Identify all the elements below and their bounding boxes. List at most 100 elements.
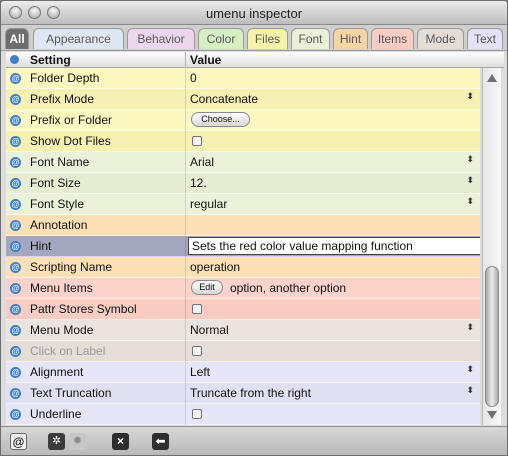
row-attribute-icon[interactable]: @ — [10, 94, 21, 105]
setting-checkbox[interactable] — [192, 409, 202, 419]
setting-label: Alignment — [30, 365, 84, 379]
column-divider — [185, 89, 186, 110]
table-row[interactable]: @ Annotation — [6, 215, 480, 236]
close-icon[interactable]: × — [112, 433, 129, 450]
edit-items-button[interactable]: Edit — [191, 280, 223, 295]
row-attribute-icon[interactable]: @ — [10, 136, 21, 147]
row-attribute-icon[interactable]: @ — [10, 199, 21, 210]
row-attribute-icon[interactable]: @ — [10, 241, 21, 252]
column-divider — [185, 299, 186, 320]
setting-label: Font Name — [30, 155, 90, 169]
setting-value: operation — [190, 260, 241, 274]
scroll-up-arrow-icon[interactable] — [487, 74, 497, 82]
popup-arrows-icon[interactable]: ⬍ — [466, 176, 474, 185]
hint-text-field[interactable]: Sets the red color value mapping functio… — [188, 237, 480, 255]
setting-popup-value[interactable]: Normal — [190, 323, 229, 337]
setting-column-header[interactable]: Setting — [30, 53, 71, 67]
snowflake-icon[interactable]: ✲ — [48, 433, 65, 450]
table-row[interactable]: @ Underline — [6, 404, 480, 425]
setting-popup-value[interactable]: regular — [190, 197, 227, 211]
table-row[interactable]: @ Menu Mode Normal ⬍ — [6, 320, 480, 341]
popup-arrows-icon[interactable]: ⬍ — [466, 197, 474, 206]
setting-label: Font Size — [30, 176, 81, 190]
table-row[interactable]: @ Hint Sets the red color value mapping fu… — [6, 236, 480, 257]
tab-color[interactable]: Color — [198, 28, 244, 49]
table-row[interactable]: @ Prefix Mode Concatenate ⬍ — [6, 89, 480, 110]
setting-popup-value[interactable]: Truncate from the right — [190, 386, 311, 400]
setting-label: Text Truncation — [30, 386, 112, 400]
row-attribute-icon[interactable]: @ — [10, 178, 21, 189]
row-attribute-icon[interactable]: @ — [10, 220, 21, 231]
tab-appearance[interactable]: Appearance — [33, 28, 124, 49]
table-row[interactable]: @ Click on Label — [6, 341, 480, 362]
column-divider — [185, 362, 186, 383]
table-row[interactable]: @ Menu Items Edit option, another option — [6, 278, 480, 299]
row-attribute-icon[interactable]: @ — [10, 73, 21, 84]
attribute-at-icon[interactable]: @ — [10, 433, 27, 450]
setting-label: Underline — [30, 407, 82, 421]
column-divider[interactable] — [185, 52, 186, 68]
table-row[interactable]: @ Text Truncation Truncate from the right ⬍ — [6, 383, 480, 404]
column-divider — [185, 278, 186, 299]
scroll-down-arrow-icon[interactable] — [487, 411, 497, 419]
header-marker-icon — [10, 55, 19, 64]
gear-icon[interactable]: ✹ — [69, 433, 86, 450]
setting-label: Click on Label — [30, 344, 106, 358]
row-attribute-icon[interactable]: @ — [10, 409, 21, 420]
value-column-header[interactable]: Value — [190, 53, 221, 67]
tab-text[interactable]: Text — [467, 28, 503, 49]
popup-arrows-icon[interactable]: ⬍ — [466, 92, 474, 101]
setting-value: option, another option — [230, 281, 347, 295]
tab-all[interactable]: All — [5, 28, 29, 49]
setting-popup-value[interactable]: Concatenate — [190, 92, 258, 106]
table-row[interactable]: @ Pattr Stores Symbol — [6, 299, 480, 320]
column-divider — [185, 110, 186, 131]
table-row[interactable]: @ Alignment Left ⬍ — [6, 362, 480, 383]
vertical-scrollbar[interactable] — [482, 68, 501, 425]
popup-arrows-icon[interactable]: ⬍ — [466, 323, 474, 332]
table-row[interactable]: @ Font Name Arial ⬍ — [6, 152, 480, 173]
popup-arrows-icon[interactable]: ⬍ — [466, 365, 474, 374]
table-row[interactable]: @ Show Dot Files — [6, 131, 480, 152]
row-attribute-icon[interactable]: @ — [10, 157, 21, 168]
table-row[interactable]: @ Font Size 12. ⬍ — [6, 173, 480, 194]
title-bar[interactable]: umenu inspector — [1, 1, 507, 25]
row-attribute-icon[interactable]: @ — [10, 304, 21, 315]
bottom-toolbar: @ ✲ ✹ × ⬅ — [1, 426, 507, 455]
setting-popup-value[interactable]: Left — [190, 365, 210, 379]
column-divider — [185, 236, 186, 257]
tab-mode[interactable]: Mode — [417, 28, 464, 49]
tab-items[interactable]: Items — [371, 28, 414, 49]
row-attribute-icon[interactable]: @ — [10, 346, 21, 357]
column-divider — [185, 341, 186, 362]
setting-checkbox[interactable] — [192, 346, 202, 356]
row-attribute-icon[interactable]: @ — [10, 115, 21, 126]
table-row[interactable]: @ Prefix or Folder Choose... — [6, 110, 480, 131]
setting-checkbox[interactable] — [192, 136, 202, 146]
setting-popup-value[interactable]: 12. — [190, 176, 207, 190]
window-title: umenu inspector — [205, 6, 303, 21]
setting-checkbox[interactable] — [192, 304, 202, 314]
setting-label: Prefix or Folder — [30, 113, 113, 127]
setting-label: Show Dot Files — [30, 134, 111, 148]
row-attribute-icon[interactable]: @ — [10, 325, 21, 336]
inspector-window: umenu inspector All Appearance Behavior … — [0, 0, 508, 456]
choose-button[interactable]: Choose... — [191, 112, 250, 127]
scroll-thumb[interactable] — [485, 266, 499, 407]
tab-files[interactable]: Files — [247, 28, 288, 49]
row-attribute-icon[interactable]: @ — [10, 367, 21, 378]
table-row[interactable]: @ Folder Depth 0 — [6, 68, 480, 89]
row-attribute-icon[interactable]: @ — [10, 262, 21, 273]
row-attribute-icon[interactable]: @ — [10, 388, 21, 399]
tab-hint[interactable]: Hint — [333, 28, 368, 49]
tab-font[interactable]: Font — [291, 28, 330, 49]
table-row[interactable]: @ Scripting Name operation — [6, 257, 480, 278]
tab-behavior[interactable]: Behavior — [127, 28, 195, 49]
row-attribute-icon[interactable]: @ — [10, 283, 21, 294]
setting-label: Prefix Mode — [30, 92, 95, 106]
popup-arrows-icon[interactable]: ⬍ — [466, 155, 474, 164]
table-row[interactable]: @ Font Style regular ⬍ — [6, 194, 480, 215]
popup-arrows-icon[interactable]: ⬍ — [466, 386, 474, 395]
back-arrow-icon[interactable]: ⬅ — [152, 433, 169, 450]
setting-popup-value[interactable]: Arial — [190, 155, 214, 169]
